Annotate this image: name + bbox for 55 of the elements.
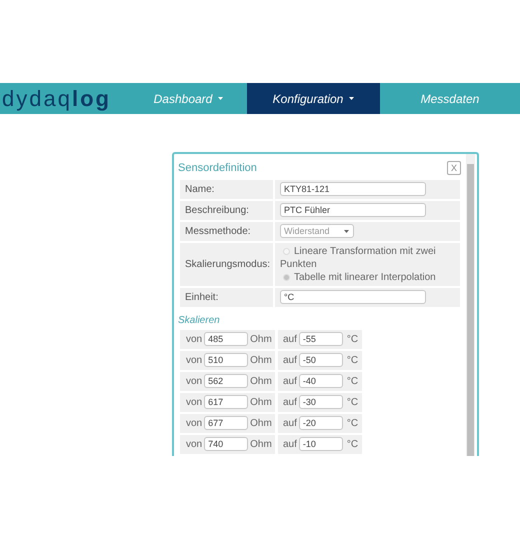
scrollbar[interactable] xyxy=(466,154,475,456)
unit-label: Ohm xyxy=(250,374,272,388)
unit-label: °C xyxy=(346,374,358,388)
section-heading: Skalieren xyxy=(177,314,220,328)
input-field[interactable]: 740 xyxy=(204,437,248,451)
unit-label: Ohm xyxy=(250,354,272,368)
close-button[interactable]: X xyxy=(446,161,461,176)
radio-button[interactable] xyxy=(283,248,290,254)
input-field[interactable]: -55 xyxy=(298,332,343,346)
unit-label: auf xyxy=(283,354,297,368)
unit-label: auf xyxy=(283,374,297,388)
field-label: Name: xyxy=(180,180,273,198)
input-field[interactable]: -20 xyxy=(298,416,343,430)
dialog-title: Sensordefinition xyxy=(178,161,257,176)
unit-label: °C xyxy=(346,396,358,410)
field-label: Skalierungsmodus: xyxy=(180,242,273,286)
input-field[interactable]: 677 xyxy=(204,416,248,430)
input-field[interactable]: °C xyxy=(280,290,426,304)
unit-label: °C xyxy=(346,438,358,452)
unit-label: °C xyxy=(346,416,358,430)
unit-label: von xyxy=(186,416,202,430)
unit-label: Ohm xyxy=(250,438,272,452)
input-field[interactable]: KTY81-121 xyxy=(280,182,426,196)
input-field[interactable]: -50 xyxy=(298,353,343,367)
unit-label: von xyxy=(186,396,202,410)
unit-label: auf xyxy=(283,438,297,452)
input-field[interactable]: -10 xyxy=(298,437,343,451)
input-field[interactable]: PTC Fühler xyxy=(280,203,426,217)
field-label: Einheit: xyxy=(180,288,273,306)
input-field[interactable]: 617 xyxy=(204,395,248,409)
input-field[interactable]: -30 xyxy=(298,395,343,409)
unit-label: auf xyxy=(283,416,297,430)
field-label: Messmethode: xyxy=(180,222,273,240)
unit-label: auf xyxy=(283,332,297,346)
caret-icon xyxy=(344,230,349,232)
input-field[interactable]: 510 xyxy=(204,353,248,367)
unit-label: °C xyxy=(346,354,358,368)
unit-label: Ohm xyxy=(250,396,272,410)
unit-label: Ohm xyxy=(250,416,272,430)
field-label: Beschreibung: xyxy=(180,200,273,220)
nav-tab[interactable]: Konfiguration xyxy=(247,83,380,114)
unit-label: °C xyxy=(346,332,358,346)
radio-button[interactable] xyxy=(283,274,290,280)
radio-option[interactable]: Tabelle mit linearer Interpolation xyxy=(280,270,458,284)
unit-label: von xyxy=(186,332,202,346)
input-field[interactable]: 485 xyxy=(204,332,248,346)
unit-label: von xyxy=(186,374,202,388)
unit-label: von xyxy=(186,438,202,452)
input-field[interactable]: 562 xyxy=(204,374,248,388)
radio-option[interactable]: Lineare Transformation mit zwei Punkten xyxy=(280,244,458,270)
unit-label: von xyxy=(186,354,202,368)
input-field[interactable]: -40 xyxy=(298,374,343,388)
brand-logo[interactable]: dydaqlog xyxy=(2,88,111,110)
unit-label: Ohm xyxy=(250,332,272,346)
unit-label: auf xyxy=(283,396,297,410)
